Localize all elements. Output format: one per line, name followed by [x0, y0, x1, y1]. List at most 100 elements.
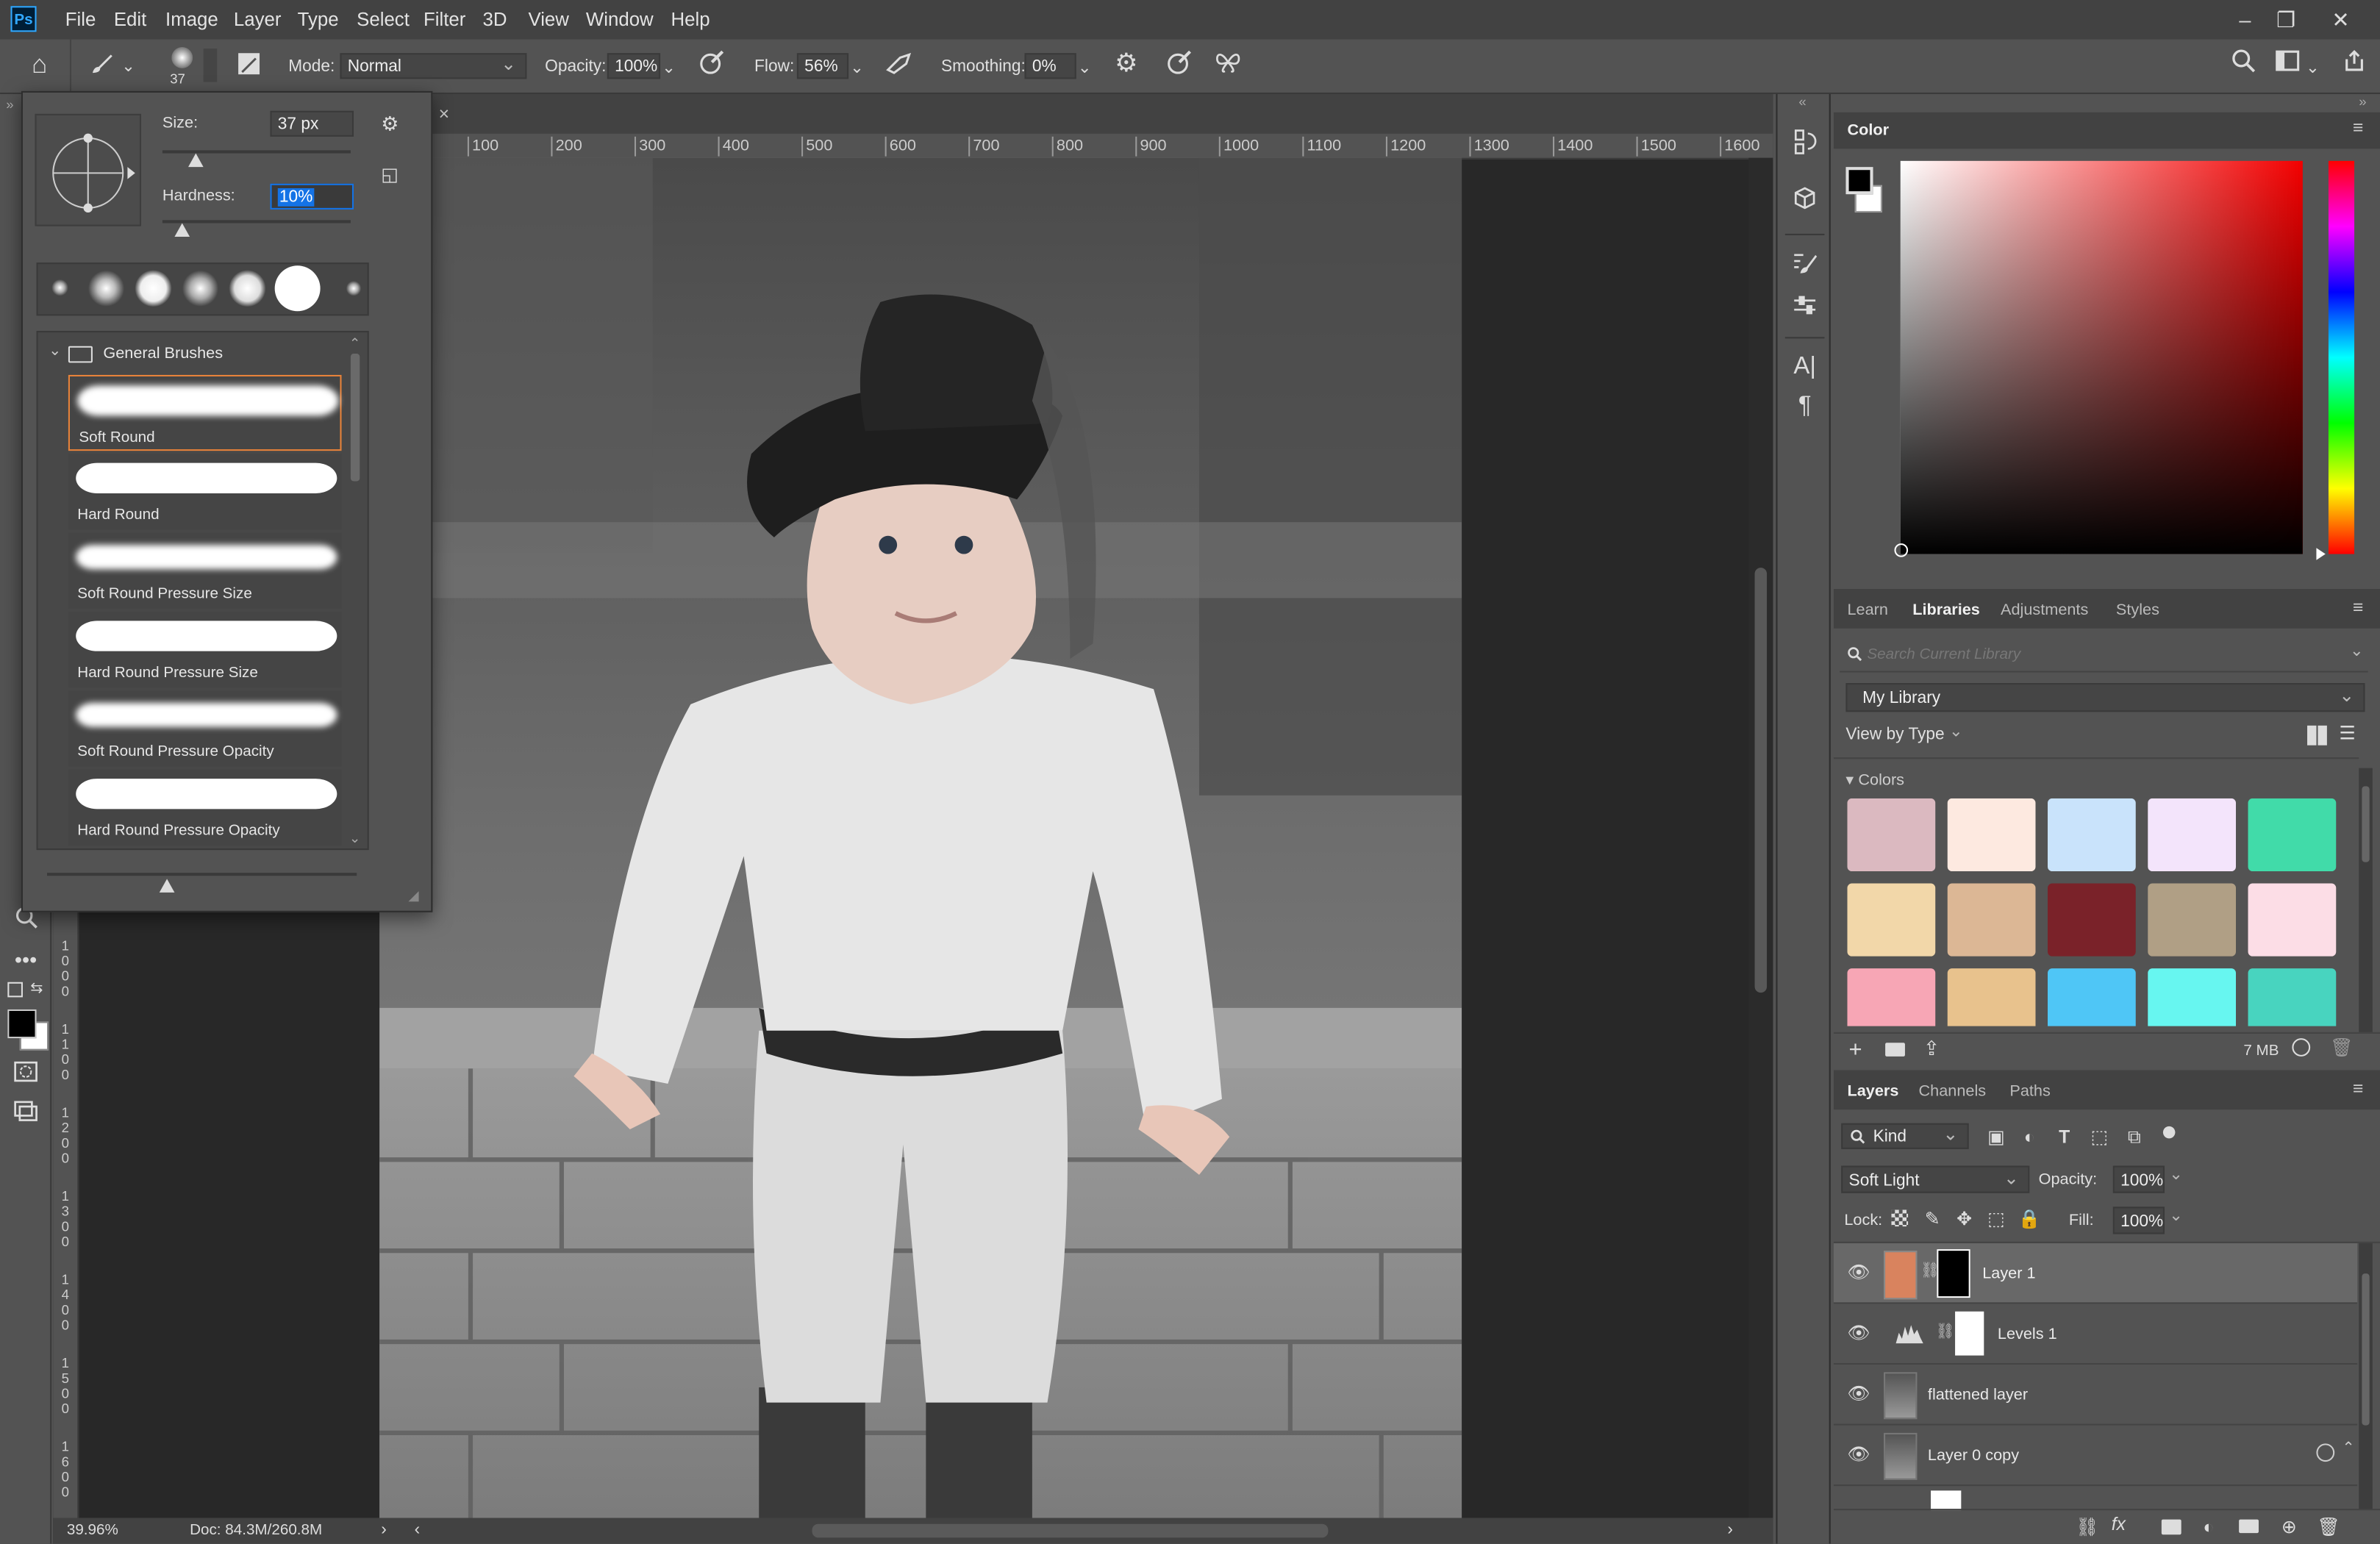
brush-item-soft-round-pressure-size[interactable]: Soft Round Pressure Size	[68, 532, 342, 609]
color-panel-title[interactable]: Color	[1847, 121, 1889, 140]
library-color-swatch[interactable]	[1847, 883, 1936, 957]
more-tools-icon[interactable]: •••	[9, 944, 42, 974]
hardness-slider-handle[interactable]	[174, 223, 190, 237]
visibility-eye-icon[interactable]: 👁	[1847, 1262, 1870, 1283]
recent-brush-3[interactable]	[135, 270, 172, 307]
scroll-right-icon[interactable]: ›	[1727, 1521, 1733, 1540]
3d-cube-icon[interactable]	[1788, 185, 1821, 222]
layer-opacity-input[interactable]: 100%	[2112, 1165, 2165, 1193]
brush-tool-icon[interactable]	[85, 50, 118, 87]
brush-item-hard-round-pressure-size[interactable]: Hard Round Pressure Size	[68, 611, 342, 688]
brush-item-soft-round[interactable]: Soft Round	[68, 374, 342, 451]
recent-brush-5[interactable]	[229, 270, 266, 307]
pressure-opacity-icon[interactable]	[696, 49, 729, 85]
recent-brush-1[interactable]	[51, 279, 68, 296]
brush-settings-panel-icon[interactable]	[1788, 249, 1821, 286]
new-group-icon[interactable]	[2239, 1519, 2259, 1534]
library-color-swatch[interactable]	[2148, 798, 2237, 872]
layer-kind-filter[interactable]: Kind	[1841, 1122, 1969, 1149]
lock-all-icon[interactable]: 🔒	[2018, 1204, 2042, 1234]
horizontal-scroll-thumb[interactable]	[812, 1523, 1329, 1538]
brush-item-hard-round-pressure-opacity[interactable]: Hard Round Pressure Opacity	[68, 769, 342, 846]
collapse-panels-icon[interactable]: »	[2359, 94, 2366, 110]
visibility-eye-icon[interactable]: 👁	[1847, 1383, 1870, 1404]
chevron-down-icon[interactable]: ⌄	[2169, 1164, 2183, 1184]
color-field[interactable]	[1894, 160, 2303, 557]
lock-transparent-icon[interactable]	[1891, 1209, 1909, 1227]
adjustment-layer-filter-icon[interactable]: ◐	[2016, 1122, 2043, 1152]
library-color-swatch[interactable]	[2148, 883, 2237, 957]
preview-size-slider-track[interactable]	[46, 873, 357, 876]
menu-edit[interactable]: Edit	[114, 0, 146, 40]
visibility-eye-icon[interactable]: 👁	[1847, 1322, 1870, 1343]
brush-settings-icon[interactable]	[232, 51, 265, 85]
layer-name[interactable]: Layer 0 copy	[1928, 1446, 2019, 1465]
recent-brush-4[interactable]	[182, 270, 219, 307]
scroll-left-icon[interactable]: ‹	[415, 1521, 421, 1540]
library-color-swatch[interactable]	[1947, 883, 2036, 957]
gear-icon[interactable]: ⚙	[1109, 49, 1143, 79]
library-scroll-thumb[interactable]	[2362, 786, 2370, 862]
lock-position-icon[interactable]: ✥	[1952, 1204, 1976, 1234]
chevron-down-icon[interactable]: ⌄	[850, 53, 864, 83]
layer-row-flattened-layer[interactable]: 👁 flattened layer	[1833, 1365, 2358, 1426]
history-icon[interactable]	[1788, 127, 1821, 164]
resize-grip-icon[interactable]: ◢	[408, 888, 418, 905]
fx-icon[interactable]: fx	[2112, 1513, 2126, 1534]
chevron-down-icon[interactable]: ⌄	[2306, 53, 2320, 83]
pressure-size-icon[interactable]	[1162, 49, 1196, 85]
opacity-input[interactable]: 100%	[607, 53, 661, 79]
hue-slider[interactable]	[2316, 160, 2355, 560]
view-by-type-select[interactable]: View by Type	[1845, 726, 1944, 744]
library-color-swatch[interactable]	[2248, 798, 2337, 872]
colors-section-header[interactable]: ▾ Colors	[1845, 771, 1904, 790]
tab-styles[interactable]: Styles	[2116, 601, 2159, 620]
panel-menu-icon[interactable]: ≡	[2353, 596, 2363, 618]
layer-row-layer-0-copy[interactable]: 👁 Layer 0 copy ⌃	[1833, 1426, 2358, 1487]
foreground-color-chip[interactable]	[1845, 167, 1873, 195]
library-color-swatch[interactable]	[1947, 968, 2036, 1026]
restore-button[interactable]: ❐	[2270, 4, 2301, 35]
folder-icon[interactable]	[1885, 1043, 1905, 1057]
tab-adjustments[interactable]: Adjustments	[2001, 601, 2088, 620]
share-icon[interactable]	[2337, 49, 2370, 82]
add-content-icon[interactable]: +	[1849, 1037, 1862, 1062]
brush-item-hard-round[interactable]: Hard Round	[68, 454, 342, 530]
menu-help[interactable]: Help	[671, 0, 710, 40]
document-canvas[interactable]	[379, 157, 1462, 1518]
scroll-down-icon[interactable]: ⌄	[349, 830, 361, 847]
link-layers-icon[interactable]: ⛓	[2075, 1512, 2099, 1542]
fill-input[interactable]: 100%	[2112, 1207, 2165, 1234]
layers-scroll-thumb[interactable]	[2362, 1273, 2370, 1426]
hardness-input[interactable]: 10%	[270, 183, 354, 210]
chevron-down-icon[interactable]: ⌄	[2350, 640, 2364, 660]
swap-colors-icon[interactable]: ⇆	[30, 981, 43, 998]
filter-toggle-icon[interactable]	[2162, 1126, 2176, 1139]
close-window-button[interactable]: ✕	[2326, 4, 2356, 35]
menu-view[interactable]: View	[528, 0, 568, 40]
menu-layer[interactable]: Layer	[234, 0, 282, 40]
search-icon[interactable]	[2227, 49, 2260, 82]
new-preset-icon[interactable]: ◱	[381, 160, 398, 190]
tab-libraries[interactable]: Libraries	[1912, 601, 1980, 620]
library-color-swatch[interactable]	[1847, 968, 1936, 1026]
brush-folder-name[interactable]: General Brushes	[103, 345, 223, 363]
brush-presets-icon[interactable]	[1788, 291, 1821, 328]
scroll-thumb[interactable]	[1754, 568, 1768, 993]
quick-mask-icon[interactable]	[9, 1061, 42, 1091]
recent-brush-6[interactable]	[274, 265, 321, 312]
shape-layer-filter-icon[interactable]: ⬚	[2086, 1122, 2113, 1152]
hue-slider-handle[interactable]	[2316, 548, 2326, 560]
close-document-tab-icon[interactable]: ×	[439, 103, 449, 124]
paragraph-icon[interactable]: ¶	[1788, 392, 1821, 422]
symmetry-butterfly-icon[interactable]	[1211, 49, 1244, 85]
library-color-swatch[interactable]	[2148, 968, 2237, 1026]
chevron-down-icon[interactable]: ⌄	[1078, 53, 1092, 83]
library-color-swatch[interactable]	[2048, 968, 2136, 1026]
tab-channels[interactable]: Channels	[1919, 1082, 1987, 1101]
upload-icon[interactable]: ⇪	[1923, 1037, 1940, 1061]
visibility-eye-icon[interactable]: 👁	[1847, 1443, 1870, 1465]
add-mask-icon[interactable]	[2161, 1519, 2181, 1535]
link-chain-icon[interactable]: ⛓	[1935, 1323, 1954, 1340]
size-input[interactable]: 37 px	[270, 110, 354, 137]
